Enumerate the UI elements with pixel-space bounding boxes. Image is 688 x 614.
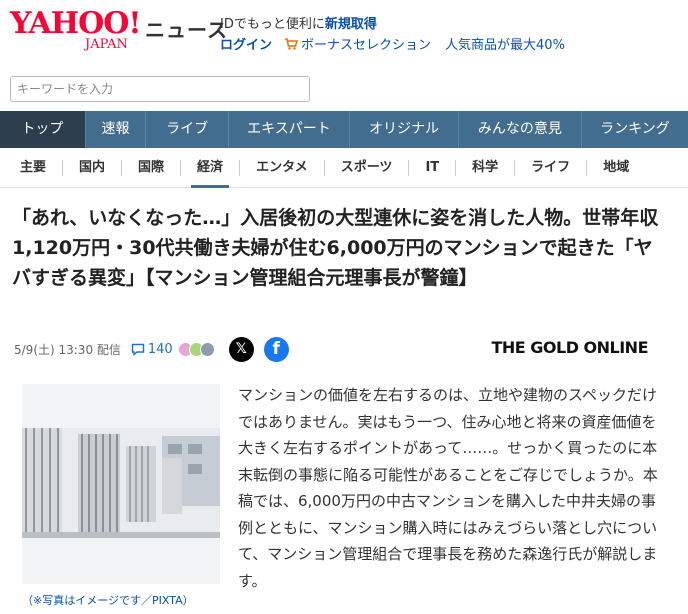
cart-icon <box>285 37 299 50</box>
article-lead: マンションの価値を左右するのは、立地や建物のスペックだけではありません。実はもう… <box>238 386 658 590</box>
category-nav: 主要 国内 国際 経済 エンタメ スポーツ IT 科学 ライフ 地域 <box>0 148 688 188</box>
site-header: YAHOO! JAPAN ニュース IDでもっと便利に新規取得 ログイン ボーナ… <box>0 0 688 62</box>
main-nav-live[interactable]: ライブ <box>145 111 228 148</box>
search-input[interactable] <box>11 77 309 101</box>
yahoo-japan-logo[interactable]: YAHOO! JAPAN <box>10 6 142 52</box>
main-nav-expert[interactable]: エキスパート <box>228 111 349 148</box>
main-nav-breaking[interactable]: 速報 <box>84 111 145 148</box>
main-nav-original[interactable]: オリジナル <box>348 111 458 148</box>
logo-sub-text: JAPAN <box>85 37 128 52</box>
category-main[interactable]: 主要 <box>0 148 62 188</box>
bonus-selection-link[interactable]: ボーナスセレクション <box>301 34 431 53</box>
main-nav-ranking[interactable]: ランキング <box>580 111 688 148</box>
signup-promo-text: IDでもっと便利に <box>220 17 325 32</box>
login-link[interactable]: ログイン <box>220 34 272 53</box>
signup-link[interactable]: 新規取得 <box>325 17 377 32</box>
logo-main-text: YAHOO! <box>10 6 142 41</box>
comment-icon <box>131 343 145 356</box>
category-it[interactable]: IT <box>409 148 455 188</box>
source-name[interactable]: THE GOLD ONLINE <box>491 338 648 357</box>
main-nav-opinions[interactable]: みんなの意見 <box>458 111 581 148</box>
main-nav: トップ 速報 ライブ エキスパート オリジナル みんなの意見 ランキング <box>0 111 688 148</box>
facebook-share-icon[interactable]: f <box>263 336 289 362</box>
category-international[interactable]: 国際 <box>122 148 180 188</box>
avatar <box>199 341 215 357</box>
main-nav-top[interactable]: トップ <box>0 111 85 148</box>
category-sports[interactable]: スポーツ <box>325 148 409 188</box>
article-headline: 「あれ、いなくなった…」入居後初の大型連休に姿を消した人物。世帯年収1,120万… <box>12 207 659 289</box>
x-share-icon[interactable]: 𝕏 <box>228 336 254 362</box>
popular-items-link[interactable]: 人気商品が最大40% <box>445 34 565 53</box>
comment-link[interactable]: 140 <box>131 342 173 357</box>
category-science[interactable]: 科学 <box>456 148 514 188</box>
comment-count: 140 <box>147 341 173 357</box>
category-life[interactable]: ライフ <box>515 148 586 188</box>
category-local[interactable]: 地域 <box>587 148 645 188</box>
search-box <box>10 76 310 102</box>
header-links: ログイン ボーナスセレクション 人気商品が最大40% <box>220 34 565 53</box>
reaction-avatars[interactable] <box>177 341 215 357</box>
section-title[interactable]: ニュース <box>145 14 228 43</box>
category-domestic[interactable]: 国内 <box>63 148 121 188</box>
article-meta: 5/9(土) 13:30 配信 140 𝕏 f <box>14 334 289 364</box>
publish-date: 5/9(土) 13:30 配信 <box>14 342 121 357</box>
category-economy[interactable]: 経済 <box>181 148 239 188</box>
building-shutters-image <box>22 428 220 538</box>
photo-caption[interactable]: （※写真はイメージです／PIXTA） <box>22 592 194 608</box>
category-entertainment[interactable]: エンタメ <box>240 148 324 188</box>
signup-promo: IDでもっと便利に新規取得 <box>220 13 377 32</box>
article-photo[interactable] <box>22 384 220 584</box>
